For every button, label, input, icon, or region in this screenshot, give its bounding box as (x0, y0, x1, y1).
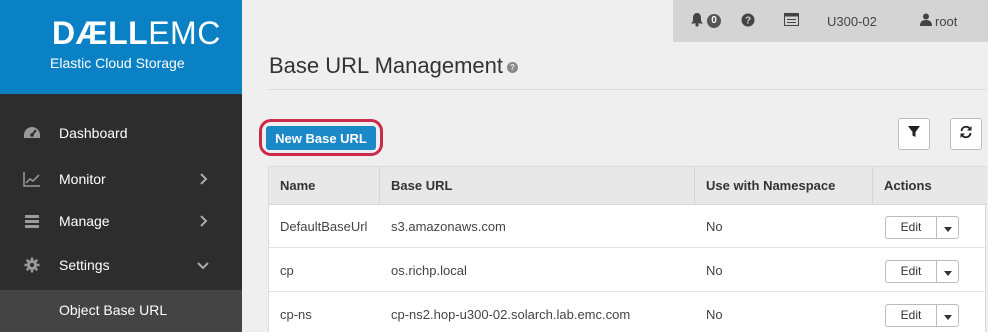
page-title-text: Base URL Management (269, 53, 503, 78)
sidebar-item-label: Settings (59, 257, 110, 273)
sidebar-item-label: Manage (59, 213, 110, 229)
alerts-count-badge: 0 (707, 14, 721, 28)
chevron-down-icon (196, 258, 210, 272)
bell-icon (690, 12, 704, 30)
caret-down-icon (943, 307, 952, 325)
column-header-actions: Actions (884, 178, 932, 193)
help-icon: ? (741, 13, 755, 30)
user-icon (920, 13, 932, 29)
table-header: Name Base URL Use with Namespace Actions (269, 167, 987, 205)
base-url-table: Name Base URL Use with Namespace Actions… (268, 166, 987, 332)
filter-button[interactable] (898, 118, 930, 150)
top-bar: 0 ? U300-02 root (673, 0, 988, 42)
cell-name: cp-ns (280, 307, 312, 322)
sidebar-subitem-object-base-url[interactable]: Object Base URL (0, 290, 242, 332)
row-actions: Edit (885, 260, 959, 283)
question-circle-icon[interactable]: ? (506, 61, 518, 73)
sidebar-item-label: Dashboard (59, 125, 128, 141)
cell-name: DefaultBaseUrl (280, 219, 368, 234)
column-header-base-url[interactable]: Base URL (380, 167, 695, 205)
cell-name: cp (280, 263, 294, 278)
svg-text:?: ? (745, 15, 751, 26)
sidebar: DÆLLEMC Elastic Cloud Storage Dashboard … (0, 0, 242, 332)
column-header-name[interactable]: Name (269, 167, 380, 205)
user-name: root (935, 13, 958, 29)
server-icon (23, 212, 41, 230)
title-divider (268, 89, 986, 90)
sidebar-item-dashboard[interactable]: Dashboard (0, 114, 242, 154)
logo-emc: EMC (148, 15, 221, 51)
vdc-selector[interactable]: U300-02 (827, 0, 877, 42)
row-actions: Edit (885, 216, 959, 239)
edit-button[interactable]: Edit (886, 261, 937, 282)
column-header-namespace[interactable]: Use with Namespace (695, 167, 873, 205)
chevron-right-icon (196, 214, 210, 228)
cell-base-url: s3.amazonaws.com (391, 219, 506, 234)
cell-base-url: cp-ns2.hop-u300-02.solarch.lab.emc.com (391, 307, 631, 322)
sidebar-item-label: Monitor (59, 171, 106, 187)
refresh-icon (959, 125, 973, 144)
refresh-button[interactable] (950, 118, 982, 150)
cell-base-url: os.richp.local (391, 263, 467, 278)
actions-dropdown-button[interactable] (937, 217, 958, 238)
dell-emc-logo: DÆLLEMC (52, 16, 221, 50)
sidebar-item-monitor[interactable]: Monitor (0, 160, 242, 200)
tasks-button[interactable] (784, 0, 799, 42)
dashboard-icon (23, 124, 41, 142)
actions-dropdown-button[interactable] (937, 261, 958, 282)
caret-down-icon (943, 219, 952, 237)
list-icon (784, 13, 799, 29)
new-base-url-button[interactable]: New Base URL (266, 126, 376, 150)
page-title: Base URL Management? (269, 53, 518, 79)
edit-button[interactable]: Edit (886, 305, 937, 326)
help-button[interactable]: ? (741, 0, 755, 42)
sidebar-subitem-label: Object Base URL (59, 302, 168, 318)
logo-dell: DÆLL (52, 15, 149, 51)
actions-dropdown-button[interactable] (937, 305, 958, 326)
caret-down-icon (943, 263, 952, 281)
edit-button[interactable]: Edit (886, 217, 937, 238)
table-row: cp-ns cp-ns2.hop-u300-02.solarch.lab.emc… (269, 293, 987, 332)
cell-namespace: No (706, 263, 723, 278)
gear-icon (23, 256, 41, 274)
vdc-name: U300-02 (827, 13, 877, 29)
filter-icon (908, 125, 920, 143)
product-name: Elastic Cloud Storage (50, 55, 185, 71)
sidebar-item-settings[interactable]: Settings (0, 246, 242, 286)
alerts-button[interactable]: 0 (690, 0, 721, 42)
user-menu[interactable]: root (920, 0, 957, 42)
brand-header: DÆLLEMC Elastic Cloud Storage (0, 0, 242, 94)
cell-namespace: No (706, 307, 723, 322)
row-actions: Edit (885, 304, 959, 327)
chart-line-icon (23, 170, 41, 188)
table-row: DefaultBaseUrl s3.amazonaws.com No Edit (269, 205, 987, 248)
cell-namespace: No (706, 219, 723, 234)
sidebar-item-manage[interactable]: Manage (0, 202, 242, 242)
table-row: cp os.richp.local No Edit (269, 249, 987, 292)
chevron-right-icon (196, 172, 210, 186)
